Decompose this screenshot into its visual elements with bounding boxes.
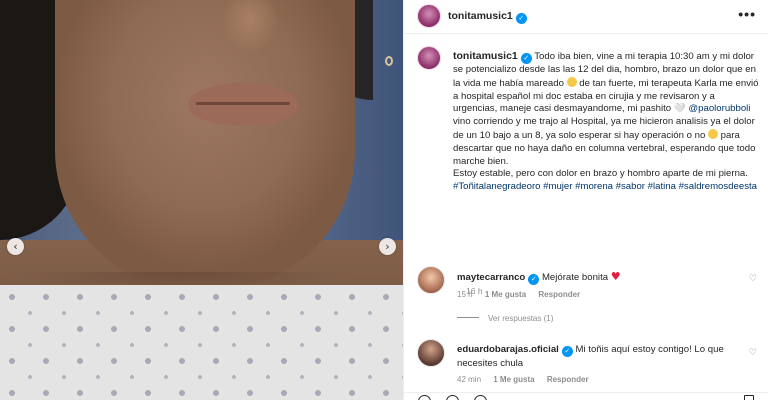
face (55, 0, 393, 290)
action-bar (404, 392, 768, 400)
view-replies-button[interactable]: Ver respuestas (1) (457, 314, 553, 323)
next-image-button[interactable]: › (379, 238, 396, 255)
dizzy-face-emoji-icon (566, 76, 577, 87)
hospital-gown (0, 285, 403, 400)
comment-icon[interactable] (446, 395, 459, 400)
reply-button[interactable]: Responder (538, 290, 580, 299)
verified-badge-icon: ✓ (520, 53, 532, 64)
previous-image-button[interactable]: ‹ (7, 238, 24, 255)
worried-face-emoji-icon (707, 128, 718, 139)
red-heart-emoji-icon: ♥ (610, 270, 621, 283)
mention-link[interactable]: @paolorubboli (688, 103, 750, 114)
earring (385, 56, 393, 66)
post-header: tonitamusic1 ✓ ••• (404, 0, 768, 34)
share-icon[interactable] (474, 395, 487, 400)
nose (215, 0, 285, 55)
caption-username[interactable]: tonitamusic1 (453, 50, 518, 62)
caption-hashtags[interactable]: #Toñitalanegradeoro #mujer #morena #sabo… (453, 181, 761, 194)
comment-body: Mejórate bonita (541, 272, 609, 283)
author-avatar[interactable] (417, 4, 441, 28)
replies-divider (457, 317, 479, 318)
commenter-avatar[interactable] (417, 339, 445, 367)
view-replies-label[interactable]: Ver respuestas (1) (488, 314, 553, 323)
caption-text: tonitamusic1 ✓ Todo iba bien, vine a mi t… (453, 50, 761, 194)
verified-badge-icon: ✓ (528, 274, 540, 285)
author-username[interactable]: tonitamusic1 ✓ (448, 10, 527, 24)
comment-likes[interactable]: 1 Me gusta (493, 375, 534, 384)
comment-text: maytecarranco ✓ Mejórate bonita ♥ (457, 270, 735, 285)
more-options-button[interactable]: ••• (738, 6, 756, 22)
commenter-username[interactable]: eduardobarajas.oficial (457, 344, 559, 355)
lips (188, 83, 298, 125)
author-username-text[interactable]: tonitamusic1 (448, 10, 513, 22)
commenter-avatar[interactable] (417, 266, 445, 294)
caption-text-5: Estoy estable, pero con dolor en brazo y… (453, 168, 748, 180)
comment-meta: 15 h 1 Me gusta Responder (457, 290, 590, 299)
verified-badge-icon: ✓ (561, 346, 573, 357)
commenter-username[interactable]: maytecarranco (457, 272, 525, 283)
comment-time: 42 min (457, 375, 482, 384)
like-comment-heart-icon[interactable]: ♡ (749, 274, 757, 284)
comment-meta: 42 min 1 Me gusta Responder (457, 375, 599, 384)
white-heart-emoji-icon: 🤍 (673, 103, 686, 115)
post-details-pane: tonitamusic1 ✓ ••• tonitamusic1 ✓ Todo iba… (403, 0, 768, 400)
post-photo[interactable]: ‹ › (0, 0, 403, 400)
save-icon[interactable] (744, 395, 754, 400)
like-comment-heart-icon[interactable]: ♡ (749, 348, 757, 358)
reply-button[interactable]: Responder (547, 375, 589, 384)
like-icon[interactable] (418, 395, 431, 400)
comment-time: 15 h (457, 290, 473, 299)
comment-text: eduardobarajas.oficial ✓ Mi toñis aquí es… (457, 343, 735, 370)
comment-likes[interactable]: 1 Me gusta (485, 290, 526, 299)
verified-badge-icon: ✓ (515, 13, 527, 24)
caption-avatar[interactable] (417, 46, 441, 70)
